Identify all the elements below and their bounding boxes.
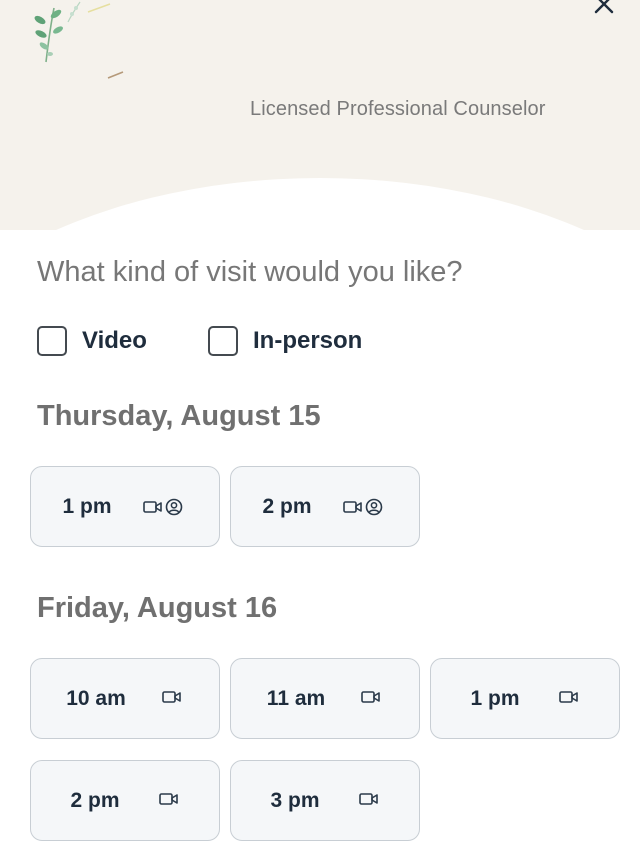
day-heading-friday: Friday, August 16 <box>37 592 278 624</box>
time-slot-fri-10am[interactable]: 10 am <box>30 658 220 739</box>
in-person-option-label: In-person <box>253 327 363 354</box>
in-person-icon <box>165 498 183 516</box>
video-icon <box>159 793 178 805</box>
header-curve <box>0 178 640 230</box>
time-slot-label: 2 pm <box>262 495 312 518</box>
video-icon <box>343 501 362 513</box>
close-icon <box>594 0 614 14</box>
time-slot-label: 2 pm <box>70 789 120 812</box>
in-person-checkbox[interactable] <box>208 326 238 356</box>
visit-type-question: What kind of visit would you like? <box>37 256 463 288</box>
time-slot-thu-1pm[interactable]: 1 pm <box>30 466 220 547</box>
video-visit-option[interactable]: Video <box>37 326 147 356</box>
provider-header: Licensed Professional Counselor <box>0 0 640 230</box>
day-heading-thursday: Thursday, August 15 <box>37 400 321 432</box>
time-slot-fri-1pm[interactable]: 1 pm <box>430 658 620 739</box>
provider-credential: Licensed Professional Counselor <box>250 98 546 120</box>
time-slot-label: 11 am <box>266 687 326 710</box>
time-slot-fri-11am[interactable]: 11 am <box>230 658 420 739</box>
video-option-label: Video <box>82 327 147 354</box>
video-icon <box>559 691 578 703</box>
video-checkbox[interactable] <box>37 326 67 356</box>
time-slot-thu-2pm[interactable]: 2 pm <box>230 466 420 547</box>
time-slot-fri-3pm[interactable]: 3 pm <box>230 760 420 841</box>
time-slot-label: 3 pm <box>270 789 320 812</box>
in-person-visit-option[interactable]: In-person <box>208 326 362 356</box>
leaf-decoration-icon <box>34 1 124 79</box>
video-icon <box>162 691 181 703</box>
in-person-icon <box>365 498 383 516</box>
close-button[interactable] <box>590 0 618 18</box>
time-slot-label: 1 pm <box>62 495 112 518</box>
time-slot-fri-2pm[interactable]: 2 pm <box>30 760 220 841</box>
time-slot-label: 1 pm <box>470 687 520 710</box>
video-icon <box>359 793 378 805</box>
video-icon <box>143 501 162 513</box>
time-slot-label: 10 am <box>66 687 126 710</box>
video-icon <box>361 691 380 703</box>
